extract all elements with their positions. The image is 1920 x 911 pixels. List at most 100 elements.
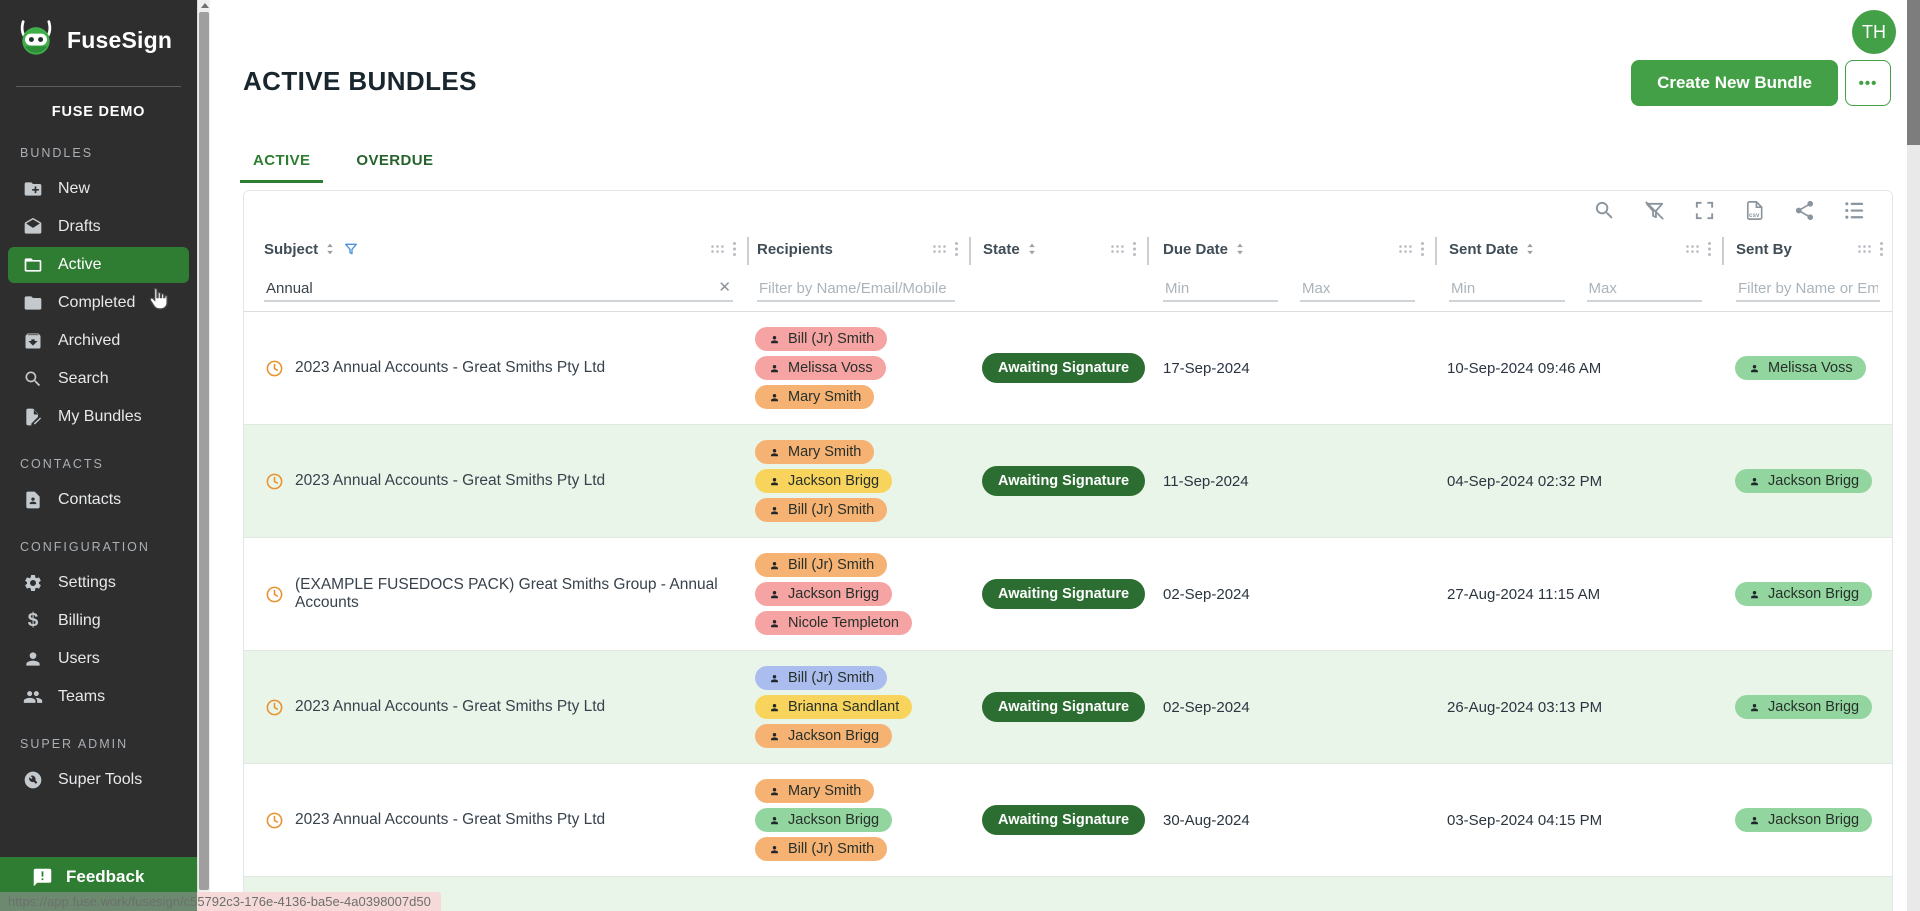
- column-drag-handle-icon[interactable]: [1110, 244, 1125, 254]
- scroll-up-arrow[interactable]: [201, 3, 209, 8]
- search-icon[interactable]: [1593, 199, 1616, 222]
- recipient-chip[interactable]: Bill (Jr) Smith: [755, 666, 887, 690]
- table-row[interactable]: 2023 Annual Accounts - Great Smiths Pty …: [244, 651, 1892, 764]
- recipient-name: Jackson Brigg: [788, 728, 879, 744]
- sent-by-filter-input[interactable]: [1736, 277, 1880, 302]
- page-scrollbar[interactable]: [1907, 0, 1920, 911]
- export-csv-icon[interactable]: csv: [1743, 199, 1766, 222]
- recipient-chip[interactable]: Jackson Brigg: [755, 582, 892, 606]
- sent-by-chip[interactable]: Jackson Brigg: [1735, 582, 1872, 606]
- column-header-subject[interactable]: Subject: [264, 241, 318, 258]
- pending-clock-icon: [265, 472, 284, 491]
- sort-icon[interactable]: [322, 241, 338, 257]
- sidebar-item-new[interactable]: New: [8, 171, 189, 207]
- column-menu-icon[interactable]: [732, 241, 737, 257]
- gear-icon: [23, 573, 43, 593]
- due-date-min-input[interactable]: [1163, 277, 1278, 302]
- sidebar-item-active[interactable]: Active: [8, 247, 189, 283]
- tab-overdue[interactable]: OVERDUE: [343, 138, 446, 183]
- column-header-recipients[interactable]: Recipients: [757, 241, 833, 258]
- user-avatar[interactable]: TH: [1852, 10, 1896, 54]
- recipient-chip[interactable]: Jackson Brigg: [755, 724, 892, 748]
- sent-by-chip[interactable]: Jackson Brigg: [1735, 808, 1872, 832]
- sent-by-chip[interactable]: Melissa Voss: [1735, 356, 1866, 380]
- sidebar-item-archived[interactable]: Archived: [8, 323, 189, 359]
- recipient-name: Mary Smith: [788, 783, 861, 799]
- sidebar-item-settings[interactable]: Settings: [8, 565, 189, 601]
- column-drag-handle-icon[interactable]: [1857, 244, 1872, 254]
- sidebar-item-completed[interactable]: Completed: [8, 285, 189, 321]
- active-filter-icon[interactable]: [343, 241, 359, 257]
- table-row[interactable]: (EXAMPLE FUSEDOCS PACK) Great Smiths Gro…: [244, 538, 1892, 651]
- column-drag-handle-icon[interactable]: [932, 244, 947, 254]
- sent-by-chip[interactable]: Jackson Brigg: [1735, 469, 1872, 493]
- page-scroll-thumb[interactable]: [1907, 0, 1920, 145]
- create-new-bundle-button[interactable]: Create New Bundle: [1631, 60, 1838, 106]
- column-menu-icon[interactable]: [1420, 241, 1425, 257]
- sidebar-item-drafts[interactable]: Drafts: [8, 209, 189, 245]
- table-row[interactable]: 2023 Annual Accounts - Great Smiths Pty …: [244, 425, 1892, 538]
- recipient-chip[interactable]: Mary Smith: [755, 779, 874, 803]
- column-drag-handle-icon[interactable]: [710, 244, 725, 254]
- sidebar-item-contacts[interactable]: Contacts: [8, 482, 189, 518]
- fusesign-robot-icon: [14, 18, 58, 62]
- fullscreen-icon[interactable]: [1693, 199, 1716, 222]
- sidebar-item-users[interactable]: Users: [8, 641, 189, 677]
- sidebar-scrollbar[interactable]: [197, 0, 210, 911]
- bundles-table-card: csv Subject ✕: [243, 190, 1893, 911]
- row-density-icon[interactable]: [1843, 199, 1866, 222]
- sort-icon[interactable]: [1024, 241, 1040, 257]
- filter-off-icon[interactable]: [1643, 199, 1666, 222]
- tab-active[interactable]: ACTIVE: [240, 138, 323, 183]
- table-row[interactable]: Mary Smith: [244, 877, 1892, 911]
- sidebar-item-search[interactable]: Search: [8, 361, 189, 397]
- column-menu-icon[interactable]: [954, 241, 959, 257]
- sent-by-name: Jackson Brigg: [1768, 699, 1859, 715]
- recipient-chip[interactable]: Bill (Jr) Smith: [755, 553, 887, 577]
- sidebar-item-my-bundles[interactable]: My Bundles: [8, 399, 189, 435]
- sent-date-min-input[interactable]: [1449, 277, 1565, 302]
- sidebar-scroll-thumb[interactable]: [199, 12, 209, 890]
- column-header-sent-date[interactable]: Sent Date: [1449, 241, 1518, 258]
- sidebar-item-label: Billing: [58, 612, 101, 630]
- folder-icon: [23, 293, 43, 313]
- due-date-max-input[interactable]: [1300, 277, 1415, 302]
- sent-date-max-input[interactable]: [1587, 277, 1703, 302]
- recipient-chip[interactable]: Jackson Brigg: [755, 808, 892, 832]
- recipient-chip[interactable]: Bill (Jr) Smith: [755, 498, 887, 522]
- column-drag-handle-icon[interactable]: [1685, 244, 1700, 254]
- recipients-filter-input[interactable]: [757, 277, 955, 302]
- brand-logo[interactable]: FuseSign: [0, 0, 197, 76]
- column-menu-icon[interactable]: [1132, 241, 1137, 257]
- sidebar-item-teams[interactable]: Teams: [8, 679, 189, 715]
- table-row[interactable]: 2023 Annual Accounts - Great Smiths Pty …: [244, 764, 1892, 877]
- recipient-chip[interactable]: Mary Smith: [755, 440, 874, 464]
- sent-by-chip[interactable]: Jackson Brigg: [1735, 695, 1872, 719]
- column-menu-icon[interactable]: [1707, 241, 1712, 257]
- recipient-chip[interactable]: Nicole Templeton: [755, 611, 912, 635]
- sidebar-item-super-tools[interactable]: Super Tools: [8, 762, 189, 798]
- sort-icon[interactable]: [1522, 241, 1538, 257]
- recipient-chip[interactable]: Bill (Jr) Smith: [755, 327, 887, 351]
- column-header-sent-by[interactable]: Sent By: [1736, 241, 1792, 258]
- recipient-chip[interactable]: Jackson Brigg: [755, 469, 892, 493]
- table-body: 2023 Annual Accounts - Great Smiths Pty …: [244, 312, 1892, 911]
- sort-icon[interactable]: [1232, 241, 1248, 257]
- recipient-chip[interactable]: Bill (Jr) Smith: [755, 837, 887, 861]
- recipient-chip[interactable]: Mary Smith: [755, 385, 874, 409]
- clear-filter-icon[interactable]: ✕: [718, 278, 731, 296]
- subject-filter-input[interactable]: [264, 277, 733, 302]
- column-header-state[interactable]: State: [983, 241, 1020, 258]
- sidebar-item-billing[interactable]: $Billing: [8, 603, 189, 639]
- recipient-chip[interactable]: Brianna Sandlant: [755, 695, 912, 719]
- recipient-chip[interactable]: Melissa Voss: [755, 356, 886, 380]
- bundle-subject: 2023 Annual Accounts - Great Smiths Pty …: [295, 698, 605, 716]
- share-icon[interactable]: [1793, 199, 1816, 222]
- column-header-due-date[interactable]: Due Date: [1163, 241, 1228, 258]
- table-row[interactable]: 2023 Annual Accounts - Great Smiths Pty …: [244, 312, 1892, 425]
- bundle-tabs: ACTIVE OVERDUE: [240, 138, 446, 183]
- sent-by-name: Jackson Brigg: [1768, 473, 1859, 489]
- column-menu-icon[interactable]: [1879, 241, 1884, 257]
- column-drag-handle-icon[interactable]: [1398, 244, 1413, 254]
- more-options-button[interactable]: •••: [1845, 60, 1891, 106]
